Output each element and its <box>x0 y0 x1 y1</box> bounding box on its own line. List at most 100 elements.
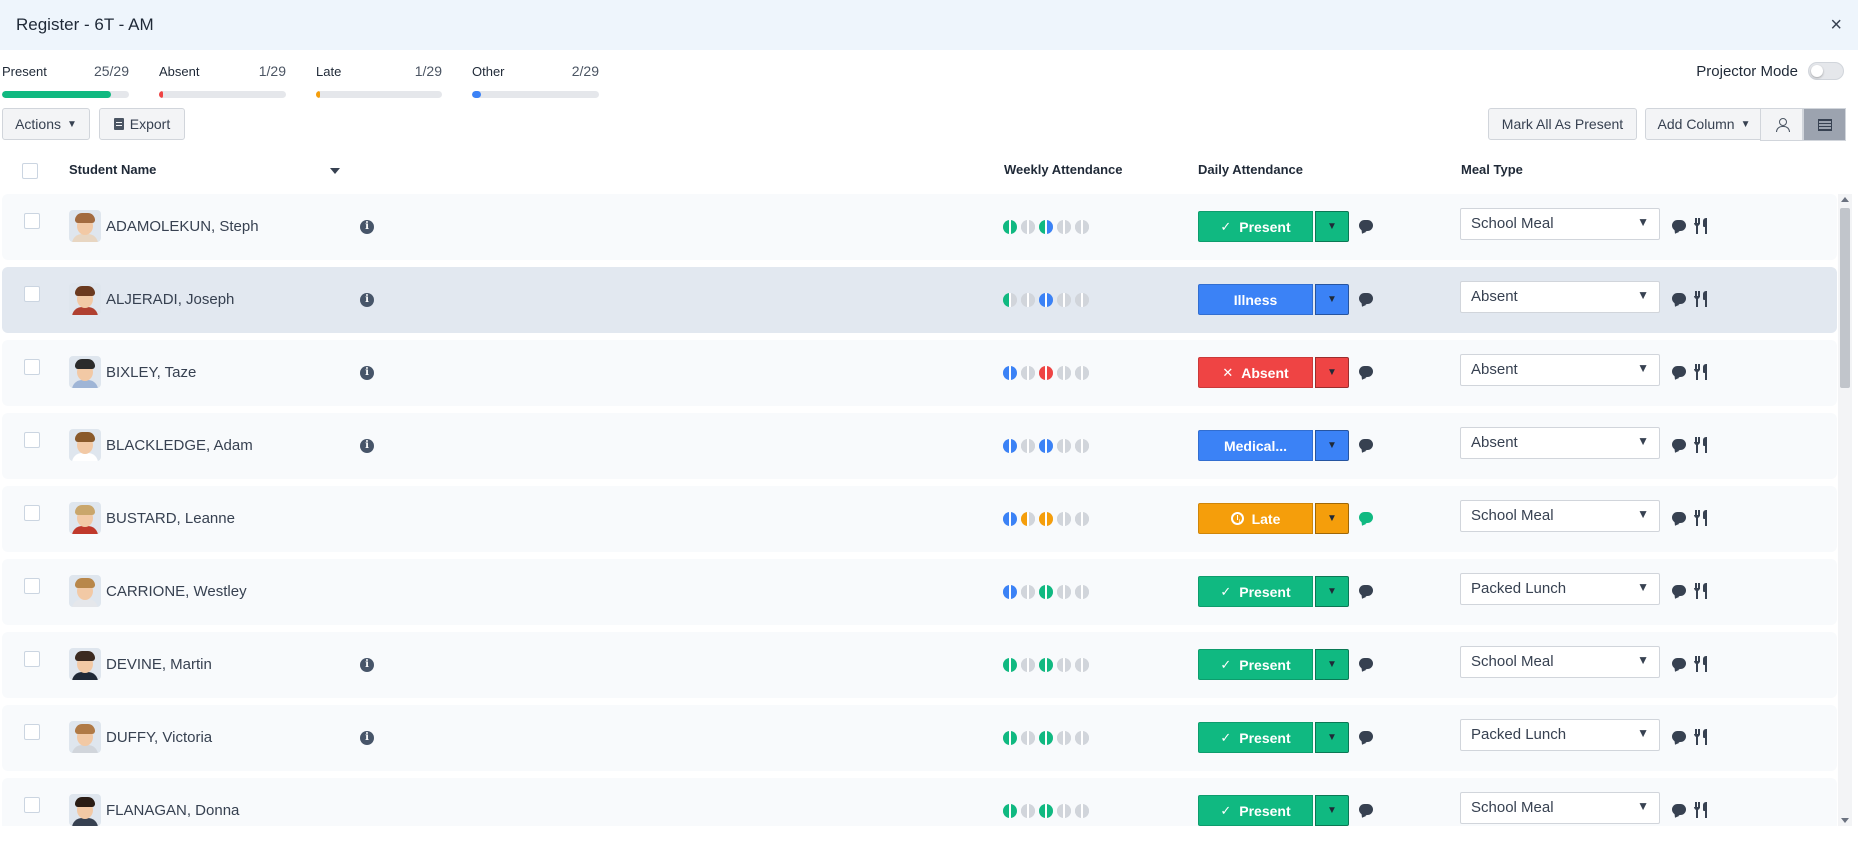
student-name[interactable]: BIXLEY, Taze <box>106 364 196 381</box>
mark-all-present-button[interactable]: Mark All As Present <box>1488 108 1637 140</box>
student-name[interactable]: BLACKLEDGE, Adam <box>106 437 253 454</box>
attendance-status-button[interactable]: ✓ Present <box>1198 649 1313 680</box>
student-row[interactable]: FLANAGAN, Donna ✓ Present ▼ School Meal ▼ <box>2 778 1837 826</box>
attendance-comment-icon[interactable] <box>1359 512 1373 523</box>
utensils-icon[interactable] <box>1694 729 1708 745</box>
meal-comment-icon[interactable] <box>1672 366 1686 377</box>
actions-button[interactable]: Actions ▼ <box>2 108 90 140</box>
attendance-comment-icon[interactable] <box>1359 585 1373 596</box>
person-view-button[interactable] <box>1760 108 1803 141</box>
export-button[interactable]: Export <box>99 108 185 140</box>
meal-type-select[interactable]: Packed Lunch ▼ <box>1460 573 1660 605</box>
attendance-comment-icon[interactable] <box>1359 220 1373 231</box>
meal-type-select[interactable]: Absent ▼ <box>1460 427 1660 459</box>
student-row[interactable]: ADAMOLEKUN, Steph i ✓ Present ▼ School Me… <box>2 194 1837 260</box>
attendance-status-button[interactable]: Medical... <box>1198 430 1313 461</box>
meal-comment-icon[interactable] <box>1672 293 1686 304</box>
attendance-dropdown-button[interactable]: ▼ <box>1315 284 1349 315</box>
meal-type-select[interactable]: School Meal ▼ <box>1460 646 1660 678</box>
meal-type-select[interactable]: Absent ▼ <box>1460 354 1660 386</box>
student-name[interactable]: CARRIONE, Westley <box>106 583 247 600</box>
scroll-up-icon[interactable] <box>1841 197 1849 202</box>
student-name[interactable]: ALJERADI, Joseph <box>106 291 234 308</box>
student-name[interactable]: ADAMOLEKUN, Steph <box>106 218 259 235</box>
attendance-dropdown-button[interactable]: ▼ <box>1315 576 1349 607</box>
attendance-dropdown-button[interactable]: ▼ <box>1315 649 1349 680</box>
attendance-comment-icon[interactable] <box>1359 439 1373 450</box>
meal-comment-icon[interactable] <box>1672 585 1686 596</box>
attendance-dropdown-button[interactable]: ▼ <box>1315 795 1349 826</box>
meal-type-select[interactable]: Absent ▼ <box>1460 281 1660 313</box>
student-name[interactable]: DEVINE, Martin <box>106 656 212 673</box>
student-name[interactable]: FLANAGAN, Donna <box>106 802 239 819</box>
info-icon[interactable]: i <box>360 658 374 672</box>
sort-caret-icon[interactable] <box>330 168 340 174</box>
scrollbar[interactable] <box>1838 194 1852 826</box>
student-row[interactable]: CARRIONE, Westley ✓ Present ▼ Packed Lunc… <box>2 559 1837 625</box>
meal-type-select[interactable]: Packed Lunch ▼ <box>1460 719 1660 751</box>
close-icon[interactable]: × <box>1830 15 1842 35</box>
utensils-icon[interactable] <box>1694 583 1708 599</box>
student-row[interactable]: BLACKLEDGE, Adam i Medical... ▼ Absent ▼ <box>2 413 1837 479</box>
attendance-comment-icon[interactable] <box>1359 658 1373 669</box>
row-checkbox[interactable] <box>24 432 40 448</box>
row-checkbox[interactable] <box>24 505 40 521</box>
select-all-checkbox[interactable] <box>22 163 38 179</box>
meal-comment-icon[interactable] <box>1672 731 1686 742</box>
row-checkbox[interactable] <box>24 651 40 667</box>
meal-type-select[interactable]: School Meal ▼ <box>1460 208 1660 240</box>
student-name[interactable]: BUSTARD, Leanne <box>106 510 235 527</box>
attendance-status-button[interactable]: ✕ Absent <box>1198 357 1313 388</box>
projector-mode-toggle[interactable] <box>1808 62 1844 80</box>
meal-type-select[interactable]: School Meal ▼ <box>1460 792 1660 824</box>
attendance-comment-icon[interactable] <box>1359 731 1373 742</box>
meal-comment-icon[interactable] <box>1672 804 1686 815</box>
row-checkbox[interactable] <box>24 213 40 229</box>
student-row[interactable]: DUFFY, Victoria i ✓ Present ▼ Packed Lunc… <box>2 705 1837 771</box>
add-column-button[interactable]: Add Column ▼ <box>1645 108 1763 140</box>
attendance-dropdown-button[interactable]: ▼ <box>1315 430 1349 461</box>
row-checkbox[interactable] <box>24 578 40 594</box>
attendance-dropdown-button[interactable]: ▼ <box>1315 503 1349 534</box>
meal-comment-icon[interactable] <box>1672 220 1686 231</box>
list-view-button[interactable] <box>1803 108 1846 141</box>
attendance-comment-icon[interactable] <box>1359 804 1373 815</box>
attendance-dropdown-button[interactable]: ▼ <box>1315 357 1349 388</box>
info-icon[interactable]: i <box>360 293 374 307</box>
utensils-icon[interactable] <box>1694 510 1708 526</box>
meal-comment-icon[interactable] <box>1672 658 1686 669</box>
scrollbar-thumb[interactable] <box>1840 208 1850 388</box>
utensils-icon[interactable] <box>1694 291 1708 307</box>
attendance-comment-icon[interactable] <box>1359 293 1373 304</box>
attendance-status-button[interactable]: ✓ Present <box>1198 211 1313 242</box>
attendance-status-button[interactable]: ✓ Present <box>1198 795 1313 826</box>
attendance-status-button[interactable]: Late <box>1198 503 1313 534</box>
info-icon[interactable]: i <box>360 731 374 745</box>
attendance-status-button[interactable]: Illness <box>1198 284 1313 315</box>
student-row[interactable]: ALJERADI, Joseph i Illness ▼ Absent ▼ <box>2 267 1837 333</box>
attendance-comment-icon[interactable] <box>1359 366 1373 377</box>
attendance-dropdown-button[interactable]: ▼ <box>1315 211 1349 242</box>
row-checkbox[interactable] <box>24 797 40 813</box>
info-icon[interactable]: i <box>360 220 374 234</box>
row-checkbox[interactable] <box>24 286 40 302</box>
student-name[interactable]: DUFFY, Victoria <box>106 729 212 746</box>
attendance-status-button[interactable]: ✓ Present <box>1198 722 1313 753</box>
student-row[interactable]: BUSTARD, Leanne Late ▼ School Meal ▼ <box>2 486 1837 552</box>
scroll-down-icon[interactable] <box>1841 818 1849 823</box>
utensils-icon[interactable] <box>1694 218 1708 234</box>
row-checkbox[interactable] <box>24 724 40 740</box>
row-checkbox[interactable] <box>24 359 40 375</box>
meal-type-select[interactable]: School Meal ▼ <box>1460 500 1660 532</box>
info-icon[interactable]: i <box>360 439 374 453</box>
info-icon[interactable]: i <box>360 366 374 380</box>
student-row[interactable]: BIXLEY, Taze i ✕ Absent ▼ Absent ▼ <box>2 340 1837 406</box>
utensils-icon[interactable] <box>1694 437 1708 453</box>
meal-comment-icon[interactable] <box>1672 439 1686 450</box>
attendance-dropdown-button[interactable]: ▼ <box>1315 722 1349 753</box>
attendance-status-button[interactable]: ✓ Present <box>1198 576 1313 607</box>
utensils-icon[interactable] <box>1694 656 1708 672</box>
utensils-icon[interactable] <box>1694 364 1708 380</box>
student-row[interactable]: DEVINE, Martin i ✓ Present ▼ School Meal … <box>2 632 1837 698</box>
utensils-icon[interactable] <box>1694 802 1708 818</box>
